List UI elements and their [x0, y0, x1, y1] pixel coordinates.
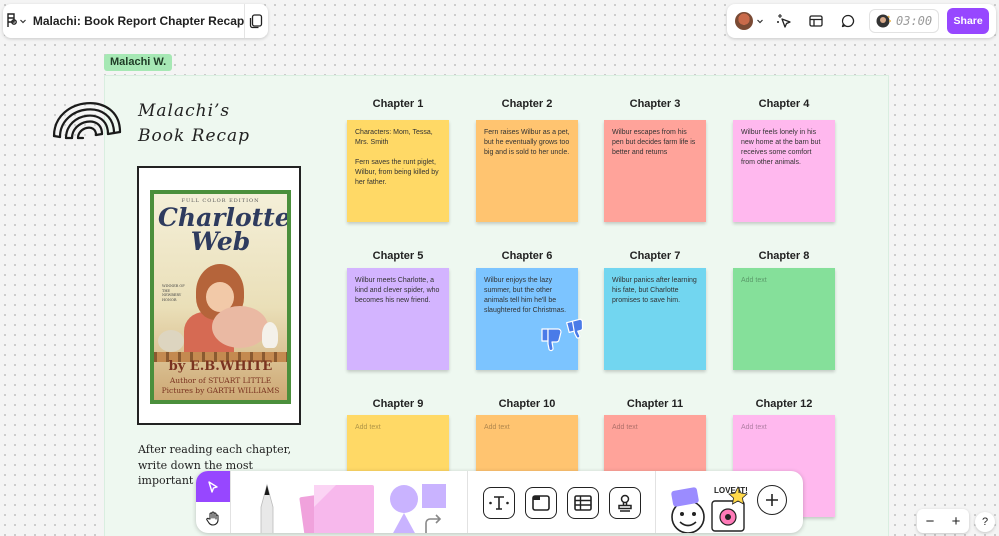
multiplayer-avatar-button[interactable]: [731, 7, 767, 35]
sticky-note-chapter-3[interactable]: Wilbur escapes from his pen but decides …: [604, 120, 706, 222]
zoom-out-button[interactable]: −: [918, 513, 942, 530]
hand-icon: [206, 510, 219, 526]
file-title[interactable]: Malachi: Book Report Chapter Recap: [29, 14, 244, 28]
sparkle-cursor-icon: [777, 14, 791, 28]
timer[interactable]: 03:00: [869, 9, 940, 33]
ai-actions-button[interactable]: [769, 7, 799, 35]
table-tool-button[interactable]: [567, 487, 599, 519]
figjam-logo-icon: [7, 13, 17, 27]
chapter-label: Chapter 6: [501, 250, 553, 262]
text-icon: [489, 496, 509, 510]
chapter-label: Chapter 1: [372, 98, 424, 110]
header-right-bar: 03:00 Share: [727, 4, 996, 38]
sticky-note-chapter-8[interactable]: Add text: [733, 268, 835, 370]
chapter-label: Chapter 11: [626, 398, 684, 410]
book-author: by E.B.WHITE: [168, 359, 273, 374]
bottom-toolbar: LOVE IT!: [196, 471, 803, 533]
section-icon: [532, 495, 550, 511]
sticky-note-tool-icon[interactable]: [296, 483, 380, 533]
comments-button[interactable]: [833, 7, 863, 35]
stamp-tool-button[interactable]: [609, 487, 641, 519]
pages-icon: [250, 14, 263, 29]
chapter-label: Chapter 7: [629, 250, 681, 262]
chapter-label: Chapter 9: [372, 398, 424, 410]
comment-icon: [841, 14, 855, 28]
chapter-label: Chapter 3: [629, 98, 681, 110]
share-button[interactable]: Share: [947, 8, 990, 34]
chapter-label: Chapter 10: [498, 398, 556, 410]
zoom-in-button[interactable]: +: [944, 513, 968, 530]
cursor-arrow-icon: [208, 480, 218, 493]
text-tool-button[interactable]: [483, 487, 515, 519]
sticker-love-it-text: LOVE IT!: [714, 486, 748, 495]
timer-value: 03:00: [896, 14, 933, 28]
stickers-tool-icon[interactable]: LOVE IT!: [666, 481, 766, 533]
book-title: Charlotte's Web: [158, 203, 287, 256]
marker-tool-icon[interactable]: [252, 481, 282, 533]
file-bar: Malachi: Book Report Chapter Recap: [3, 4, 268, 38]
layout-panel-button[interactable]: [801, 7, 831, 35]
sticky-note-chapter-5[interactable]: Wilbur meets Charlotte, a kind and cleve…: [347, 268, 449, 370]
table-icon: [574, 495, 592, 511]
avatar: [734, 12, 753, 30]
layout-icon: [809, 15, 823, 27]
board-title-line-1: Malachi’s: [138, 101, 231, 121]
help-button[interactable]: ?: [975, 512, 995, 532]
book-award: WINNER OF THE NEWBERY HONOR: [162, 284, 185, 302]
pages-button[interactable]: [245, 4, 268, 38]
sticky-note-chapter-1[interactable]: Characters: Mom, Tessa, Mrs. Smith Fern …: [347, 120, 449, 222]
chapter-label: Chapter 8: [758, 250, 810, 262]
chevron-down-icon: [19, 19, 26, 24]
stamp-icon: [618, 494, 632, 512]
book-cover-image: FULL COLOR EDITION Charlotte's Web WINNE…: [150, 190, 291, 404]
rainbow-drawing: [52, 102, 122, 140]
book-cover-frame[interactable]: FULL COLOR EDITION Charlotte's Web WINNE…: [137, 166, 301, 425]
sticky-note-chapter-2[interactable]: Fern raises Wilbur as a pet, but he even…: [476, 120, 578, 222]
main-menu-button[interactable]: [3, 4, 29, 38]
section-tool-button[interactable]: [525, 487, 557, 519]
shapes-tool-icon[interactable]: [386, 479, 450, 533]
move-tool-button[interactable]: [196, 471, 230, 502]
board-title-line-2: Book Recap: [138, 126, 251, 146]
hand-tool-button[interactable]: [196, 502, 230, 533]
board-title: Malachi’s Book Recap: [138, 99, 268, 149]
more-tools-button[interactable]: [757, 485, 787, 515]
chapter-label: Chapter 12: [755, 398, 813, 410]
chevron-down-icon: [756, 19, 763, 24]
thumbs-down-stamp-icon[interactable]: [540, 317, 584, 355]
sticky-note-chapter-4[interactable]: Wilbur feels lonely in his new home at t…: [733, 120, 835, 222]
section-name-tag[interactable]: Malachi W.: [104, 54, 173, 71]
zoom-controls: − +: [917, 509, 969, 533]
book-author-of: Author of STUART LITTLE: [169, 376, 272, 385]
chapter-label: Chapter 4: [758, 98, 810, 110]
sticky-note-chapter-7[interactable]: Wilbur panics after learning his fate, b…: [604, 268, 706, 370]
chapter-label: Chapter 2: [501, 98, 553, 110]
book-illustrator: Pictures by GARTH WILLIAMS: [161, 386, 280, 395]
chapter-label: Chapter 5: [372, 250, 424, 262]
plus-icon: [766, 494, 778, 506]
timer-avatar-icon: [876, 14, 891, 28]
